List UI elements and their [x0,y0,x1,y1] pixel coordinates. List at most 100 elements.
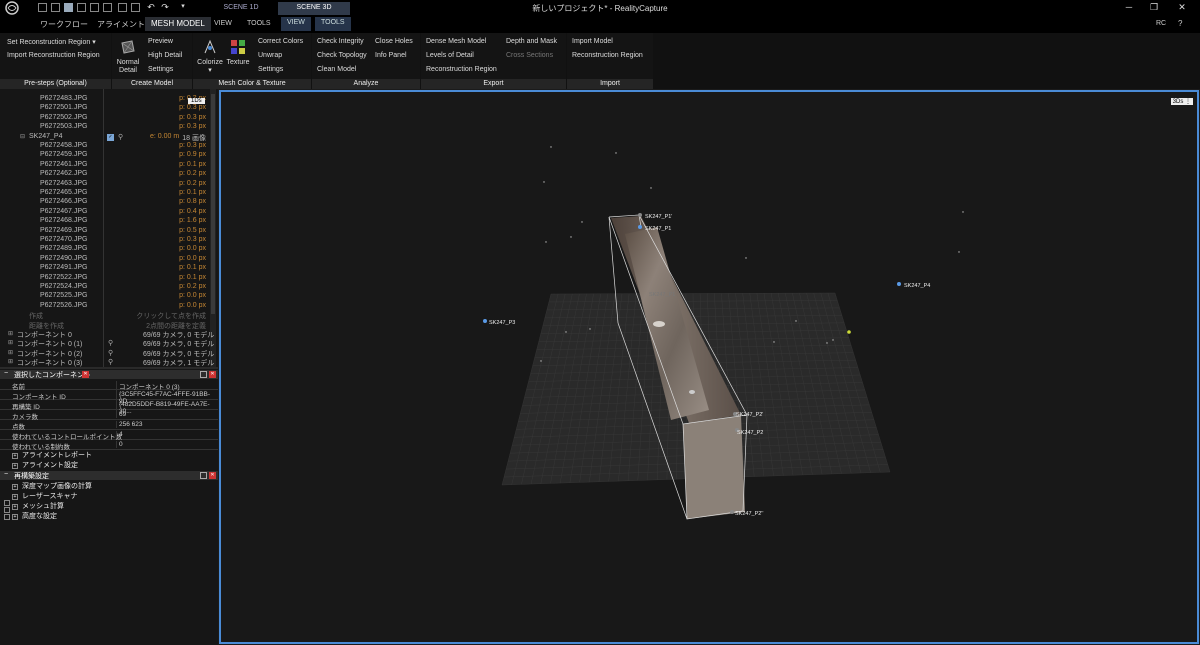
menu-view[interactable]: VIEW [214,20,232,34]
expand-icon[interactable]: + [12,494,18,500]
collapse-icon[interactable]: − [4,370,8,377]
menu-workflow[interactable]: ワークフロー [40,19,88,33]
colorize-button[interactable]: Colorize ▾ [196,39,224,74]
maximize-icon[interactable]: ❐ [1147,2,1161,13]
collapsible-section[interactable]: + 高度な設定 [12,511,57,521]
panel-dock-icon[interactable] [200,371,207,378]
control-point-sk247-p1-prime[interactable] [638,213,642,217]
component-row[interactable]: コンポーネント 0 (3) 69/69 カメラ, 1 モデル ⚲ ⊞ [0,358,214,367]
menu-view-3d[interactable]: VIEW [281,17,311,31]
menu-tools-3d[interactable]: TOOLS [315,17,351,31]
expand-icon[interactable]: + [12,463,18,469]
tree-row[interactable]: P6272465.JPG p: 0.1 px [0,189,210,198]
tree-row[interactable]: P6272483.JPGp: 0.3 px [0,95,210,104]
preview-button[interactable]: Preview [148,38,173,45]
expand-icon[interactable]: ⊞ [8,330,13,337]
expand-icon[interactable]: ⊟ [20,133,25,140]
tree-row[interactable]: P6272491.JPG p: 0.1 px [0,264,210,273]
view-badge-1ds[interactable]: 1Ds [188,98,205,104]
texture-button[interactable]: Texture [224,39,252,66]
close-holes-button[interactable]: Close Holes [375,38,413,45]
check-integrity-button[interactable]: Check Integrity [317,38,364,45]
component-row[interactable]: コンポーネント 0 69/69 カメラ, 0 モデル ⊞ [0,330,214,339]
visibility-checkbox[interactable]: ✓ [107,133,114,141]
texture-settings-button[interactable]: Settings [258,66,283,73]
control-point-yellow[interactable] [847,330,851,334]
tree-row[interactable]: P6272466.JPG p: 0.8 px [0,198,210,207]
tree-row[interactable]: P6272525.JPG p: 0.0 px [0,292,210,301]
menu-alignment[interactable]: アライメント [97,19,145,33]
tree-scrollbar-thumb[interactable] [211,94,215,314]
tree-row[interactable]: P6272462.JPG p: 0.2 px [0,170,210,179]
component-row[interactable]: コンポーネント 0 (2) 69/69 カメラ, 0 モデル ⚲ ⊞ [0,349,214,358]
import-recon-region-button[interactable]: Reconstruction Region [572,52,643,59]
tree-row[interactable]: P6272524.JPG p: 0.2 px [0,283,210,292]
property-value[interactable]: 4 [116,431,123,438]
property-value[interactable]: 69 [116,411,126,418]
tree-row[interactable]: P6272489.JPG p: 0.0 px [0,245,210,254]
control-point-sk247-p3[interactable] [483,319,487,323]
info-panel-button[interactable]: Info Panel [375,52,407,59]
tree-row[interactable]: P6272458.JPG p: 0.3 px [0,142,210,151]
3d-viewport[interactable]: 3Ds ⋮ SK247_P1' SK247_P1 SK247_P4 SK247_… [219,90,1199,644]
collapsible-section[interactable]: + アライメントレポート [12,450,92,460]
tree-row[interactable]: P6272468.JPG p: 1.6 px [0,217,210,226]
expand-icon[interactable]: + [12,453,18,459]
export-cross-sections-button[interactable]: Cross Sections [506,52,553,59]
help-icon[interactable]: ? [1178,19,1182,33]
property-value[interactable]: 256 623 [116,421,143,428]
panel-float-icon[interactable]: ✕ [82,371,89,378]
property-value[interactable]: 0 [116,441,123,448]
high-detail-button[interactable]: High Detail [148,52,182,59]
collapsible-section[interactable]: + レーザースキャナ [12,491,78,501]
tree-row[interactable]: P6272526.JPG p: 0.0 px [0,302,210,311]
expand-icon[interactable]: ⊞ [8,349,13,356]
pin-icon[interactable]: ⚲ [108,339,113,347]
tree-row[interactable]: P6272502.JPG p: 0.3 px [0,114,210,123]
control-point-sk247-p1[interactable] [638,225,642,229]
export-levels-detail-button[interactable]: Levels of Detail [426,52,474,59]
panel-close-icon[interactable]: ✕ [209,472,216,479]
tree-group-sk247-p4[interactable]: SK247_P4 ⊟ ✓ ⚲ e: 0.00 m 18 画像 [0,133,210,142]
tree-row[interactable]: P6272522.JPG p: 0.1 px [0,274,210,283]
export-dense-mesh-button[interactable]: Dense Mesh Model [426,38,486,45]
minimize-icon[interactable]: ─ [1122,2,1136,12]
normal-detail-button[interactable]: Normal Detail [114,39,142,75]
export-depth-mask-button[interactable]: Depth and Mask [506,38,557,45]
component-row[interactable]: コンポーネント 0 (1) 69/69 カメラ, 0 モデル ⚲ ⊞ [0,339,214,348]
control-point-sk247-p2-dprime[interactable] [730,510,734,514]
clean-model-button[interactable]: Clean Model [317,66,356,73]
control-point-sk247-p4[interactable] [897,282,901,286]
menu-mesh-model[interactable]: MESH MODEL [145,17,211,31]
pin-icon[interactable]: ⚲ [118,133,123,141]
create-point-row[interactable]: 作成 クリックして点を作成 [0,311,210,320]
tree-row[interactable]: P6272501.JPG p: 0.3 px [0,104,210,113]
expand-icon[interactable]: ⊞ [8,339,13,346]
tree-row[interactable]: P6272467.JPG p: 0.4 px [0,208,210,217]
model-settings-button[interactable]: Settings [148,66,173,73]
tree-row[interactable]: P6272490.JPG p: 0.0 px [0,255,210,264]
tree-row[interactable]: P6272459.JPG p: 0.9 px [0,151,210,160]
collapsible-section[interactable]: + メッシュ計算 [12,501,64,511]
collapsible-section[interactable]: + 深度マップ画像の計算 [12,481,92,491]
expand-icon[interactable]: ⊞ [8,358,13,365]
collapse-icon[interactable]: − [4,471,8,478]
scene-3d-canvas[interactable]: SK247_P1' SK247_P1 SK247_P4 SK247_P3 SK2… [221,92,1197,642]
close-icon[interactable]: ✕ [1175,2,1189,13]
tree-row[interactable]: P6272470.JPG p: 0.3 px [0,236,210,245]
pin-icon[interactable]: ⚲ [108,349,113,357]
panel-dock-icon[interactable] [200,472,207,479]
collapsible-section[interactable]: + アライメント設定 [12,460,78,470]
correct-colors-button[interactable]: Correct Colors [258,38,303,45]
unwrap-button[interactable]: Unwrap [258,52,282,59]
expand-icon[interactable]: + [12,504,18,510]
side-toggle-icons[interactable] [4,500,11,520]
tree-row[interactable]: P6272463.JPG p: 0.2 px [0,180,210,189]
check-topology-button[interactable]: Check Topology [317,52,367,59]
panel-splitter[interactable] [0,367,218,369]
import-reconstruction-region-button[interactable]: Import Reconstruction Region [7,52,100,59]
export-recon-region-button[interactable]: Reconstruction Region [426,66,497,73]
tree-row[interactable]: P6272469.JPG p: 0.5 px [0,227,210,236]
set-reconstruction-region-button[interactable]: Set Reconstruction Region ▾ [7,38,96,46]
pin-icon[interactable]: ⚲ [108,358,113,366]
